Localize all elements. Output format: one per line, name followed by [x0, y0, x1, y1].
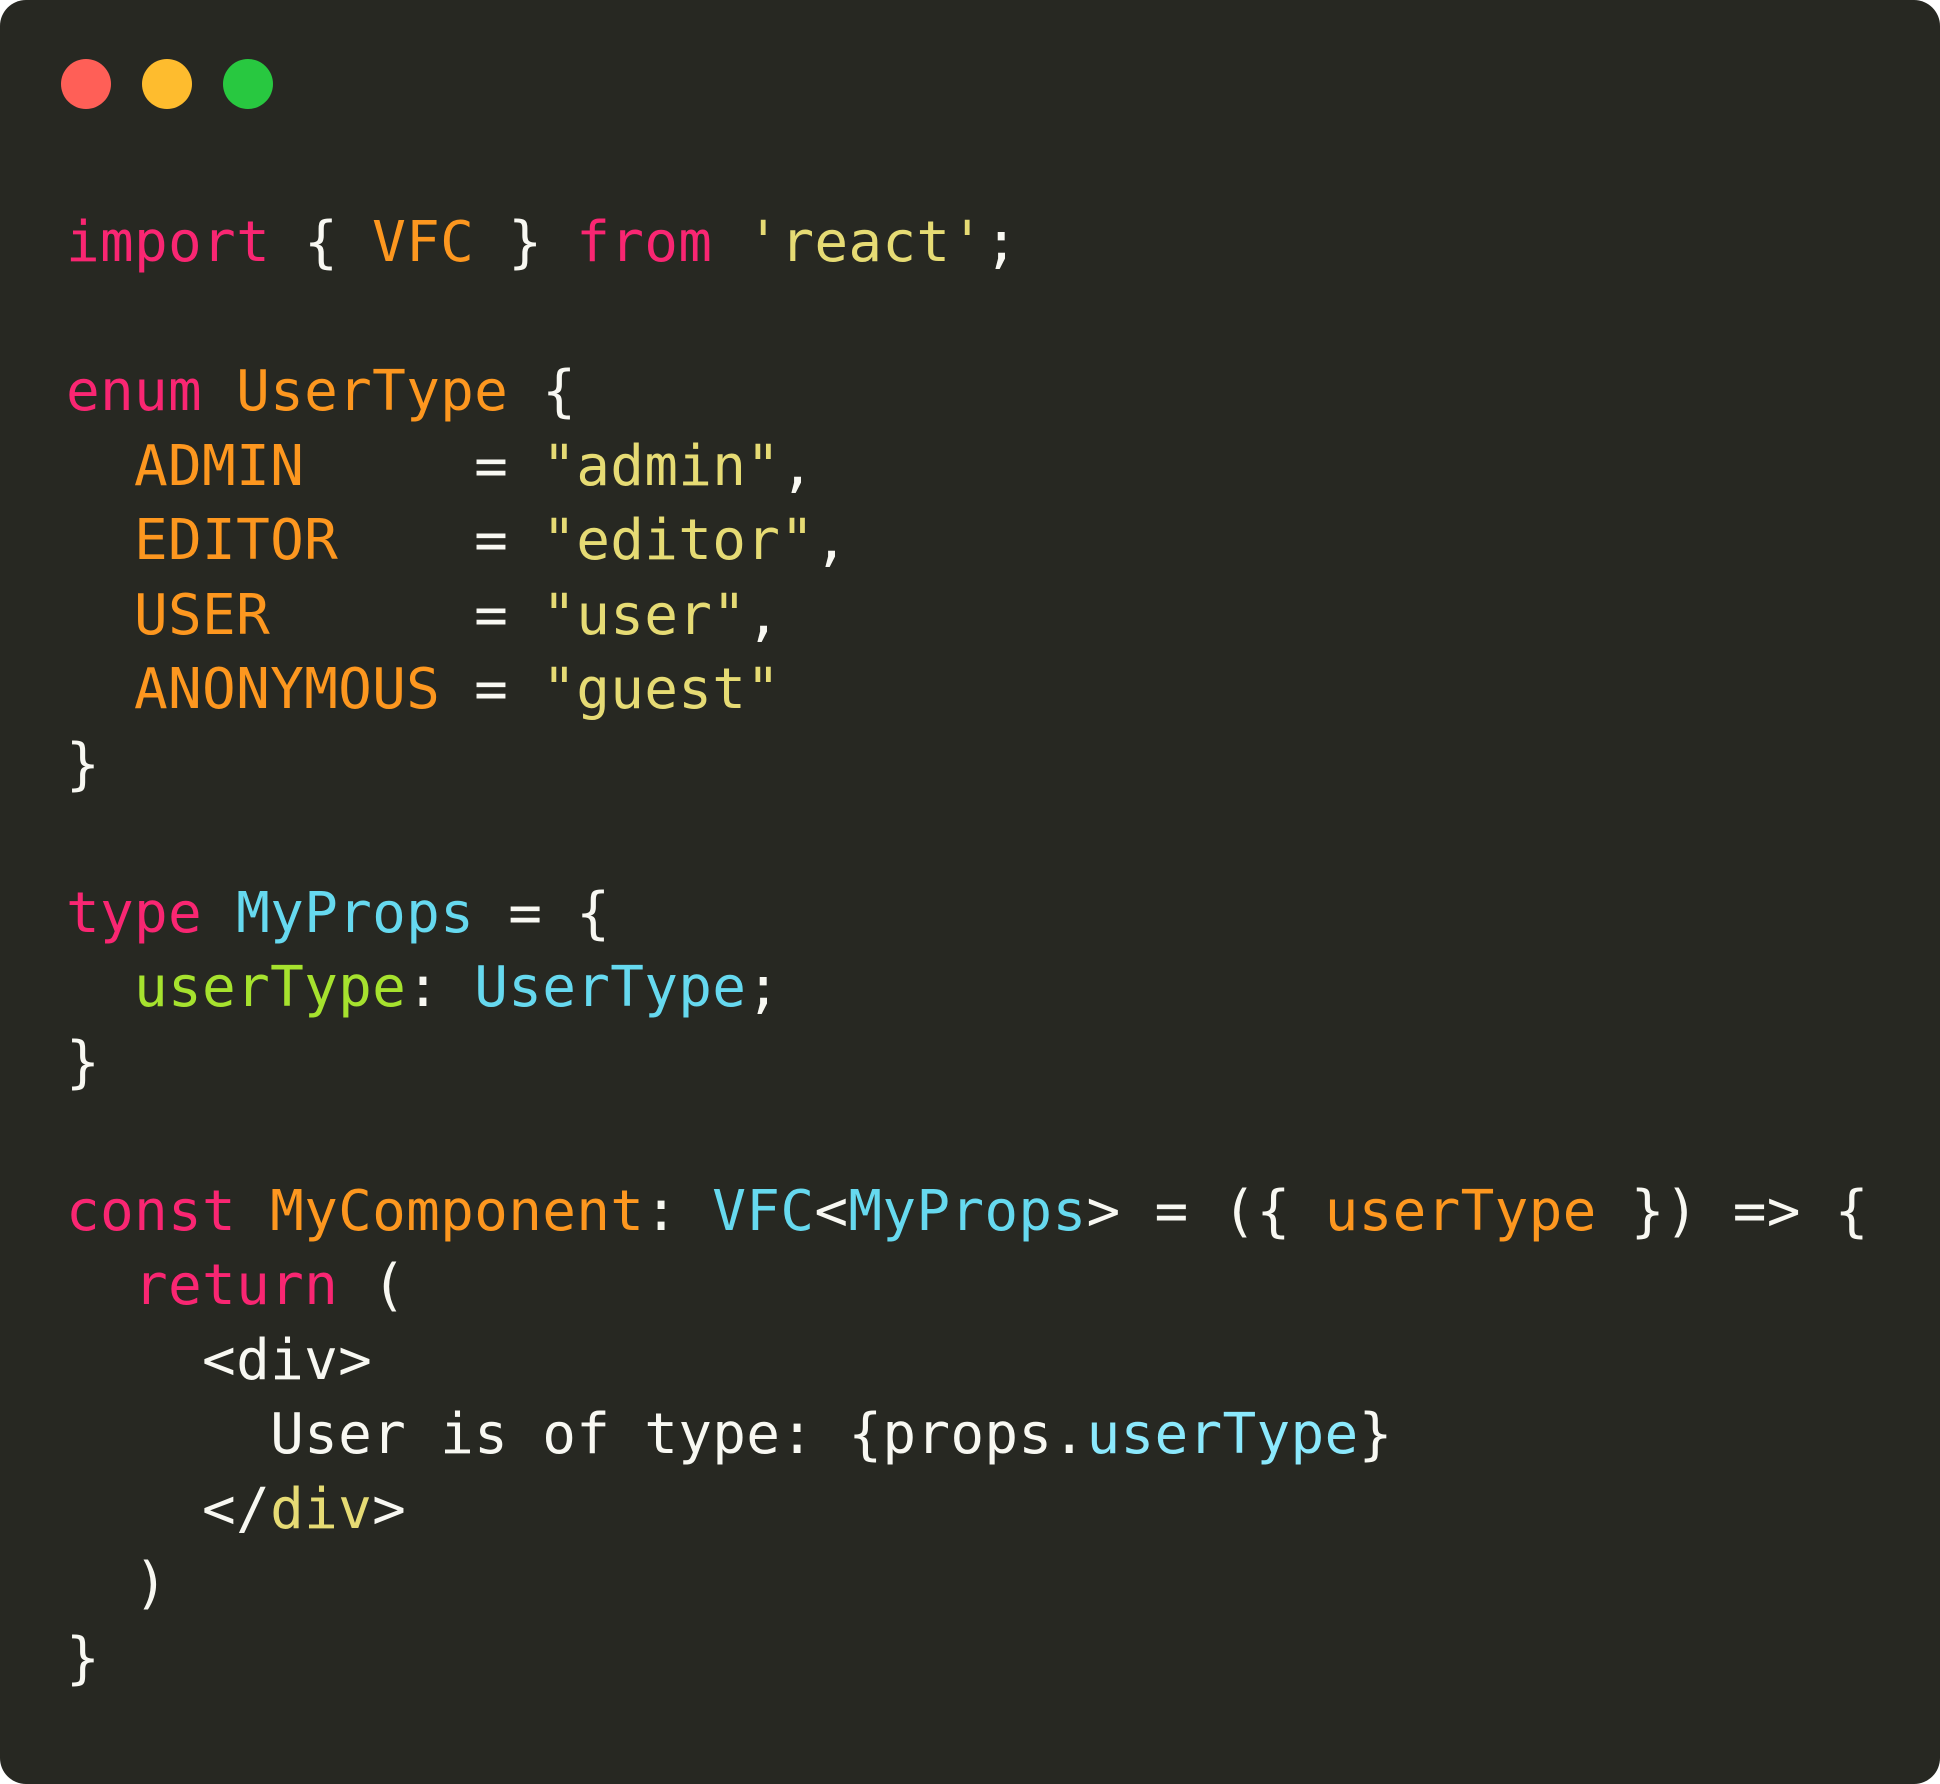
- code-token: ,: [814, 508, 849, 573]
- close-button[interactable]: [61, 59, 111, 109]
- code-token: ): [66, 1551, 169, 1616]
- code-line: ANONYMOUS = "guest": [66, 653, 1869, 728]
- code-token: 'react': [746, 210, 985, 275]
- code-token: type: [66, 880, 203, 946]
- code-token: MyProps: [236, 880, 475, 946]
- code-token: ;: [984, 210, 1019, 275]
- code-block: import { VFC } from 'react';​enum UserTy…: [66, 206, 1869, 1696]
- code-token: "admin": [542, 433, 781, 499]
- minimize-button[interactable]: [142, 59, 192, 109]
- code-token: =: [440, 657, 543, 722]
- code-token: const: [66, 1178, 237, 1244]
- code-line: userType: UserType;: [66, 951, 1869, 1026]
- code-token: from: [576, 210, 713, 275]
- code-token: =: [270, 582, 543, 648]
- code-token: > = ({: [1086, 1178, 1325, 1244]
- code-token: =: [304, 433, 543, 499]
- code-token: import: [66, 210, 271, 275]
- code-token: {: [270, 210, 373, 275]
- code-line: ADMIN = "admin",: [66, 430, 1869, 505]
- code-line: EDITOR = "editor",: [66, 504, 1869, 579]
- code-token: }: [474, 210, 577, 275]
- code-token: User is of type: {props.: [66, 1402, 1087, 1467]
- code-line: const MyComponent: VFC<MyProps> = ({ use…: [66, 1175, 1869, 1250]
- code-token: return: [134, 1253, 339, 1318]
- code-token: = {: [474, 880, 611, 946]
- code-token: ADMIN: [134, 433, 305, 499]
- code-token: <div>: [66, 1327, 373, 1393]
- code-token: EDITOR: [134, 508, 339, 573]
- window-controls: [61, 59, 273, 109]
- code-line: }: [66, 728, 1869, 803]
- code-line: import { VFC } from 'react';: [66, 206, 1869, 281]
- maximize-button[interactable]: [223, 59, 273, 109]
- code-token: }: [66, 1625, 101, 1691]
- code-token: >: [372, 1476, 407, 1542]
- code-line: ​: [66, 802, 1869, 877]
- code-line: ​: [66, 1100, 1869, 1175]
- code-token: userType: [1324, 1178, 1597, 1244]
- code-line: type MyProps = {: [66, 877, 1869, 952]
- code-token: MyComponent: [270, 1178, 645, 1244]
- code-token: ,: [780, 433, 815, 499]
- code-token: userType: [1086, 1402, 1359, 1467]
- code-token: USER: [134, 582, 271, 648]
- code-line: <div>: [66, 1324, 1869, 1399]
- code-window: import { VFC } from 'react';​enum UserTy…: [0, 0, 1940, 1784]
- code-line: User is of type: {props.userType}: [66, 1398, 1869, 1473]
- code-token: (: [338, 1253, 407, 1318]
- code-token: {: [508, 359, 577, 424]
- code-token: div: [270, 1476, 373, 1542]
- code-token: ANONYMOUS: [134, 657, 441, 722]
- code-token: userType: [134, 955, 407, 1020]
- code-line: enum UserType {: [66, 355, 1869, 430]
- code-token: UserType: [236, 359, 509, 424]
- code-token: "editor": [542, 508, 815, 573]
- code-token: UserType: [474, 955, 747, 1020]
- code-token: "guest": [542, 657, 781, 722]
- code-token: "user": [542, 582, 747, 648]
- code-line: }: [66, 1026, 1869, 1101]
- code-line: USER = "user",: [66, 579, 1869, 654]
- code-line: }: [66, 1622, 1869, 1697]
- code-token: VFC: [372, 210, 475, 275]
- code-token: ;: [746, 955, 781, 1020]
- code-line: return (: [66, 1249, 1869, 1324]
- code-token: }: [66, 1029, 101, 1095]
- code-line: ): [66, 1547, 1869, 1622]
- code-token: :: [644, 1178, 713, 1244]
- code-token: }) => {: [1596, 1178, 1869, 1244]
- code-token: MyProps: [848, 1178, 1087, 1244]
- code-line: ​: [66, 281, 1869, 356]
- code-token: :: [406, 955, 475, 1020]
- code-token: enum: [66, 359, 203, 424]
- code-token: <: [814, 1178, 849, 1244]
- code-token: VFC: [712, 1178, 815, 1244]
- code-line: </div>: [66, 1473, 1869, 1548]
- code-token: }: [66, 731, 101, 797]
- code-token: =: [338, 508, 543, 573]
- code-token: }: [1358, 1402, 1393, 1467]
- code-token: ,: [746, 582, 781, 648]
- code-token: </: [66, 1476, 271, 1542]
